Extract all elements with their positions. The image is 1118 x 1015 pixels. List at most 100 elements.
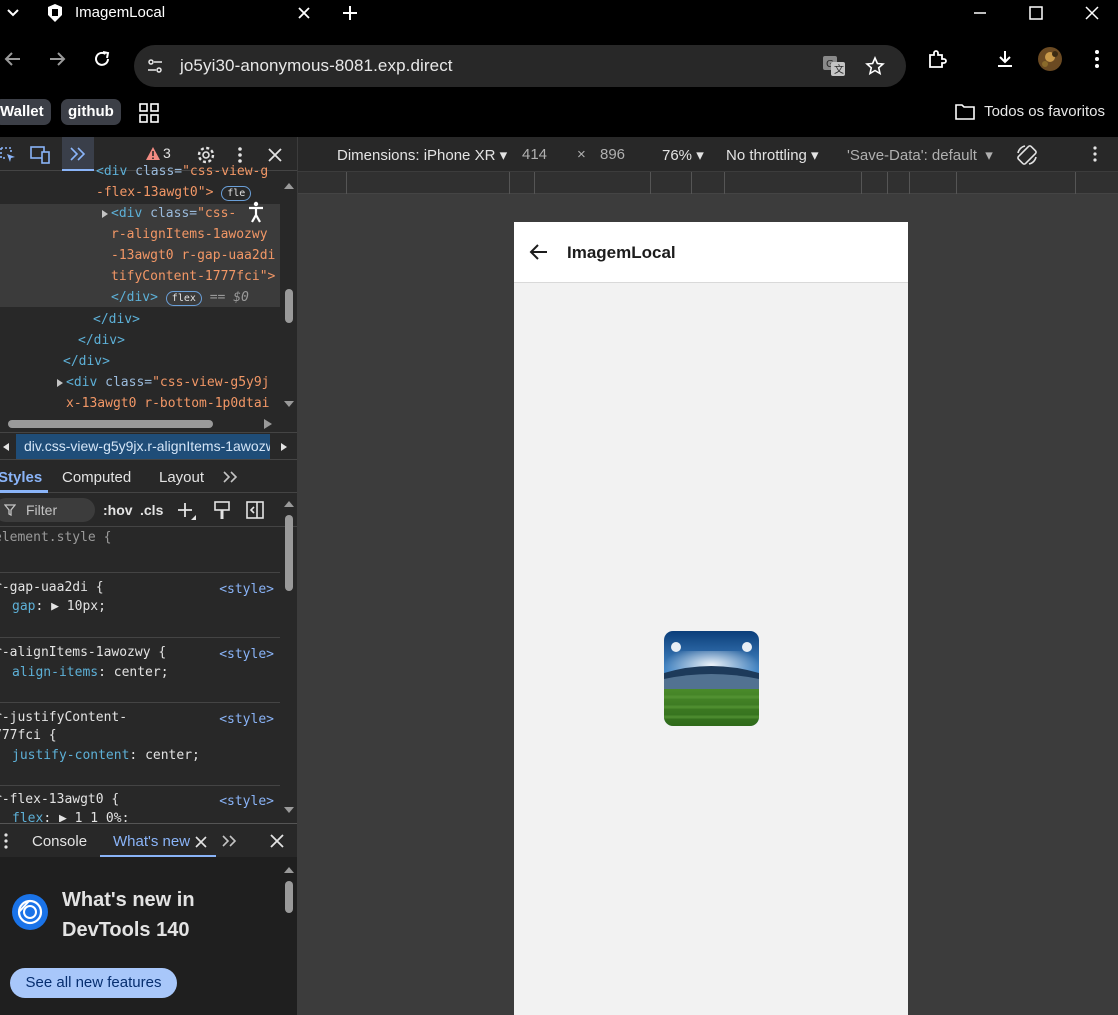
code-line: <div class="css- — [111, 206, 237, 221]
rule-element-style: element.style { — [0, 527, 280, 573]
bookmark-star-icon[interactable] — [865, 56, 885, 76]
bookmark-github[interactable]: github — [61, 99, 121, 125]
elements-h-scrollbar[interactable] — [8, 418, 274, 430]
site-info-icon[interactable] — [146, 57, 164, 75]
avatar[interactable] — [1033, 42, 1067, 76]
device-toolbar-menu-icon[interactable] — [1092, 146, 1098, 162]
tab-computed[interactable]: Computed — [62, 469, 131, 486]
folder-icon — [955, 103, 975, 120]
bookmark-wallet[interactable]: Wallet — [0, 99, 51, 125]
stadium-image — [664, 631, 759, 726]
chevron-double-right-icon[interactable] — [222, 470, 240, 484]
back-icon[interactable] — [0, 42, 30, 76]
expand-triangle-icon[interactable] — [56, 378, 64, 388]
all-bookmarks-label: Todos os favoritos — [984, 103, 1105, 120]
all-bookmarks[interactable]: Todos os favoritos — [955, 103, 1105, 120]
reload-icon[interactable] — [85, 42, 119, 76]
save-data-select[interactable]: 'Save-Data': default ▾ — [847, 146, 993, 164]
filter-icon — [4, 504, 16, 516]
device-toolbar: Dimensions: iPhone XR ▾ 414 × 896 76% ▾ … — [298, 137, 1118, 172]
tab-title: ImagemLocal — [75, 4, 166, 21]
whats-new-scrollbar[interactable] — [282, 861, 296, 1011]
device-toolbar-icon[interactable] — [30, 145, 50, 165]
close-tab-icon[interactable] — [195, 836, 207, 848]
close-tab-icon[interactable] — [296, 5, 312, 21]
rule-justify-content: r-justifyContent- 777fci { <style> justi… — [0, 703, 280, 786]
rotate-icon[interactable] — [1015, 143, 1039, 167]
url-text[interactable]: jo5yi30-anonymous-8081.exp.direct — [180, 56, 453, 76]
app-header: ImagemLocal — [514, 222, 908, 283]
elements-tree[interactable]: <div class="css-view-g -flex-13awgt0"> f… — [0, 164, 297, 432]
flex-badge[interactable]: fle — [221, 186, 252, 201]
chevron-double-right-icon — [70, 147, 86, 161]
translate-icon[interactable]: G文 — [822, 55, 846, 77]
expand-triangle-icon[interactable] — [101, 209, 109, 219]
close-drawer-icon[interactable] — [270, 834, 284, 848]
filter-placeholder: Filter — [26, 502, 58, 518]
minimize-icon[interactable] — [954, 0, 1006, 26]
rule-gap: r-gap-uaa2di { <style> gap: ▶ 10px; — [0, 573, 280, 638]
toggle-sidebar-icon[interactable] — [246, 501, 264, 519]
media-query-ruler[interactable] — [298, 172, 1118, 194]
expo-favicon-icon — [45, 3, 65, 23]
paint-brush-icon[interactable] — [213, 501, 231, 521]
extensions-icon[interactable] — [920, 42, 954, 76]
whats-new-panel: What's new in DevTools 140 See all new f… — [0, 857, 297, 1015]
active-tab[interactable]: ImagemLocal — [34, 0, 330, 26]
devtools-panel: 3 <div class="css-view-g -flex-13awgt0">… — [0, 137, 298, 1015]
new-rule-icon[interactable] — [177, 501, 197, 521]
throttling-select[interactable]: No throttling ▾ — [726, 146, 819, 164]
code-line: -13awgt0 r-gap-uaa2di — [111, 248, 276, 263]
address-bar[interactable]: jo5yi30-anonymous-8081.exp.direct G文 — [134, 45, 906, 87]
tab-styles[interactable]: Styles — [0, 469, 42, 486]
styles-scrollbar[interactable] — [282, 495, 296, 821]
forward-icon[interactable] — [40, 42, 74, 76]
height-input[interactable]: 896 — [600, 146, 625, 163]
crumb-right-icon[interactable] — [280, 442, 288, 452]
zoom-select[interactable]: 76% ▾ — [662, 146, 704, 164]
tab-console[interactable]: Console — [32, 833, 87, 850]
tab-search-icon[interactable] — [4, 4, 22, 22]
styles-tabbar: Styles Computed Layout — [0, 460, 297, 493]
crumb-left-icon[interactable] — [2, 442, 10, 452]
code-line: tifyContent-1777fci"> — [111, 269, 276, 284]
new-tab-icon[interactable] — [341, 4, 359, 22]
more-panels-tab[interactable] — [62, 137, 94, 171]
issues-count: 3 — [163, 145, 171, 161]
inspect-element-icon[interactable] — [0, 145, 18, 165]
issues-badge[interactable]: 3 — [145, 145, 171, 161]
cls-toggle[interactable]: .cls — [140, 502, 163, 518]
code-line: -flex-13awgt0"> fle — [96, 182, 252, 203]
code-line: </div> — [63, 354, 110, 369]
elements-scrollbar[interactable] — [282, 177, 296, 417]
tab-whats-new[interactable]: What's new — [113, 833, 190, 850]
rule-flex: r-flex-13awgt0 { <style> flex: ▶ 1 1 0%; — [0, 792, 274, 822]
breadcrumb-selected[interactable]: div.css-view-g5y9jx.r-alignItems-1awozwy — [16, 434, 270, 459]
css-rules-list[interactable]: element.style { r-gap-uaa2di { <style> g… — [0, 527, 280, 822]
back-arrow-icon[interactable] — [529, 242, 549, 262]
code-line: </div> — [78, 333, 125, 348]
download-icon[interactable] — [988, 42, 1022, 76]
drawer-menu-icon[interactable] — [3, 833, 9, 849]
apps-grid-icon[interactable] — [139, 103, 159, 123]
drawer-tabbar: Console What's new — [0, 823, 297, 858]
tab-strip: ImagemLocal — [0, 0, 1118, 26]
filter-input[interactable]: Filter — [0, 498, 95, 522]
hov-toggle[interactable]: :hov — [103, 502, 133, 518]
warning-icon — [146, 146, 160, 160]
code-line: <div class="css-view-g — [96, 164, 269, 179]
tab-layout[interactable]: Layout — [159, 469, 204, 486]
chevron-double-right-icon[interactable] — [221, 834, 239, 848]
flex-badge[interactable]: flex — [165, 291, 202, 306]
chrome-menu-icon[interactable] — [1080, 42, 1114, 76]
device-select[interactable]: Dimensions: iPhone XR ▾ — [337, 146, 507, 164]
maximize-icon[interactable] — [1010, 0, 1062, 26]
page-title: ImagemLocal — [567, 243, 676, 262]
close-window-icon[interactable] — [1066, 0, 1118, 26]
see-all-features-button[interactable]: See all new features — [10, 968, 177, 998]
code-line: </div> — [93, 312, 140, 327]
code-line: x-13awgt0 r-bottom-1p0dtai — [66, 396, 270, 411]
chrome-devtools-logo-icon — [11, 893, 49, 931]
width-input[interactable]: 414 — [522, 146, 547, 163]
accessibility-icon[interactable] — [246, 201, 266, 223]
